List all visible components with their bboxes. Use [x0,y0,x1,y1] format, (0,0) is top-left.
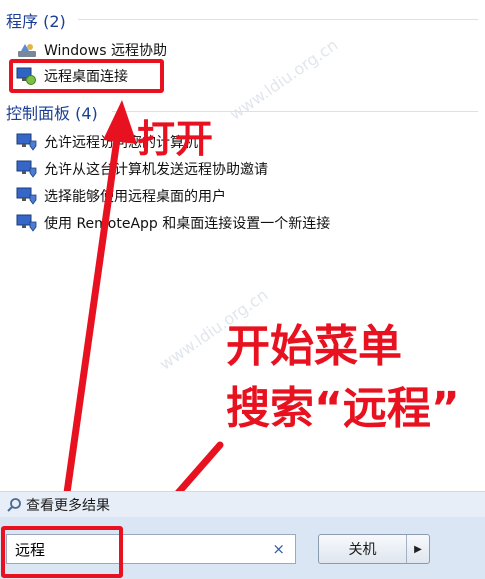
shutdown-options-arrow[interactable]: ▶ [407,535,429,563]
clear-search-button[interactable]: × [272,540,285,558]
divider [78,19,478,20]
highlight-box-search [1,526,123,578]
control-panel-item-remoteapp[interactable]: 使用 RemoteApp 和桌面连接设置一个新连接 [16,211,330,235]
remote-assist-icon [16,40,38,60]
search-icon [6,497,22,513]
annotation-open: 打开 [137,117,214,161]
see-more-results[interactable]: 查看更多结果 [0,491,485,518]
monitor-shield-icon [16,186,38,206]
control-panel-item-label: 使用 RemoteApp 和桌面连接设置一个新连接 [44,216,331,232]
see-more-label: 查看更多结果 [26,498,110,514]
control-panel-item-select-users[interactable]: 选择能够使用远程桌面的用户 [16,184,226,208]
control-panel-item-label: 选择能够使用远程桌面的用户 [44,189,226,205]
annotation-search-remote: 搜索“远程” [226,383,460,434]
monitor-shield-icon [16,159,38,179]
annotation-start-menu: 开始菜单 [226,321,402,372]
shutdown-button-group: 关机 ▶ [318,534,430,564]
control-panel-header: 控制面板 (4) [6,104,98,123]
monitor-shield-icon [16,213,38,233]
programs-header: 程序 (2) [6,12,66,31]
program-item-label: Windows 远程协助 [44,43,167,59]
highlight-box-remote-desktop [9,59,164,93]
shutdown-button[interactable]: 关机 [319,535,407,563]
monitor-shield-icon [16,132,38,152]
